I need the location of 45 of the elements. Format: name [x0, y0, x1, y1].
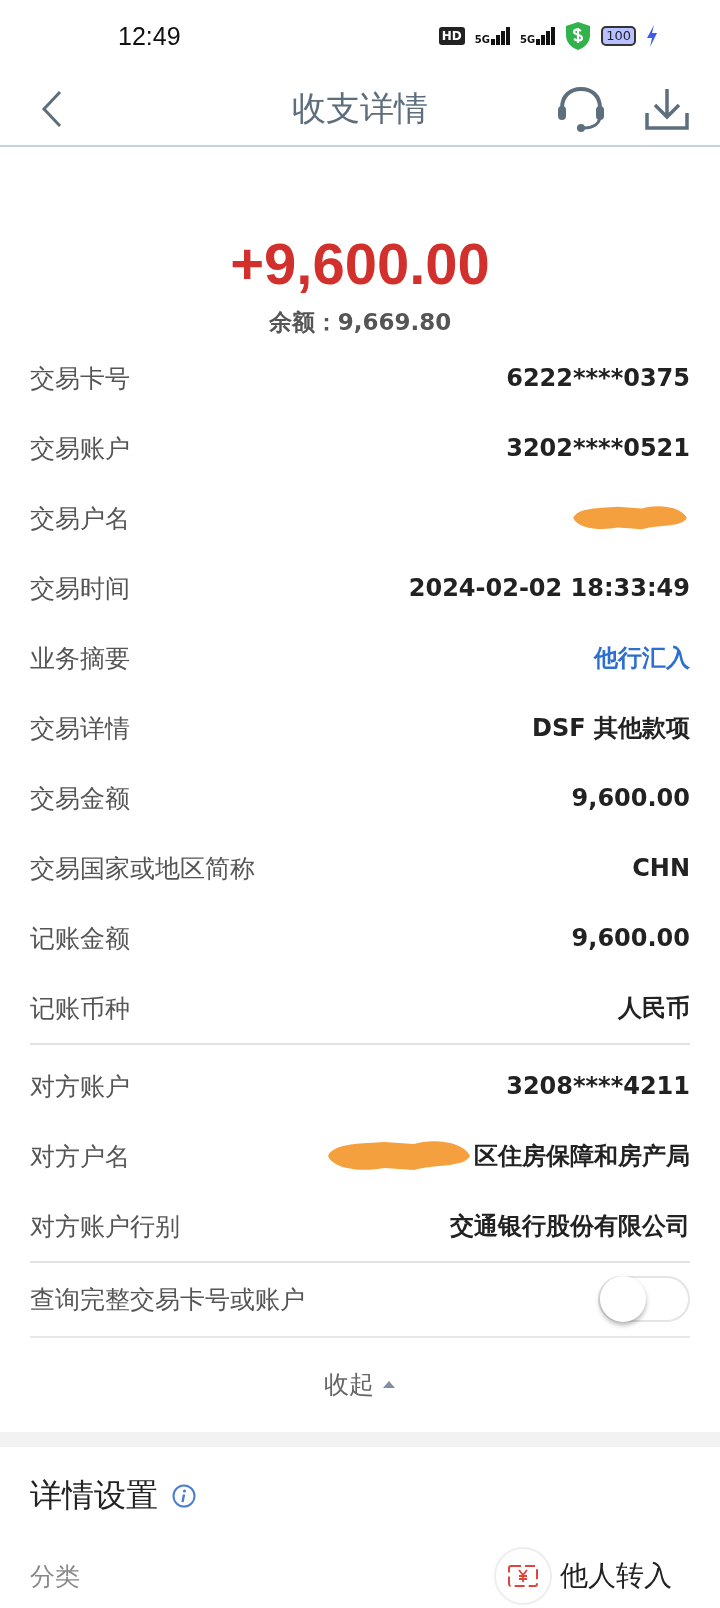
field-label: 记账金额	[30, 922, 130, 955]
info-icon[interactable]	[172, 1483, 196, 1508]
balance-text: 余额：9,669.80	[268, 308, 452, 338]
category-button[interactable]: 他人转入	[494, 1547, 672, 1606]
field-label: 对方户名	[30, 1140, 130, 1173]
field-label: 交易国家或地区简称	[30, 852, 255, 885]
field-label: 交易账户	[30, 432, 130, 465]
field-label: 对方账户	[30, 1070, 130, 1103]
field-label: 交易金额	[30, 782, 130, 815]
field-value: 3208****4211	[506, 1072, 690, 1101]
field-value: 9,600.00	[571, 784, 690, 813]
field-label: 对方账户行别	[30, 1210, 180, 1243]
field-value: CHN	[632, 854, 690, 883]
field-value: 人民币	[618, 993, 690, 1025]
field-value: 区住房保障和房产局	[474, 1141, 690, 1173]
field-value: 9,600.00	[571, 924, 690, 953]
field-label: 交易户名	[30, 502, 130, 535]
page-title: 收支详情	[292, 86, 428, 130]
field-label: 交易时间	[30, 572, 130, 605]
collapse-button[interactable]: 收起	[324, 1368, 396, 1402]
field-value: 6222****0375	[506, 364, 690, 393]
shield-icon	[565, 21, 592, 52]
field-value: 交通银行股份有限公司	[450, 1211, 690, 1243]
battery-icon: 100	[601, 26, 636, 47]
status-time: 12:49	[118, 21, 181, 51]
field-label: 交易卡号	[30, 362, 130, 395]
field-value: DSF 其他款项	[532, 713, 690, 745]
toggle-switch[interactable]	[598, 1276, 690, 1323]
category-label: 分类	[30, 1560, 80, 1593]
field-label: 交易详情	[30, 712, 130, 745]
charging-icon	[646, 25, 658, 48]
summary-link[interactable]: 他行汇入	[594, 642, 690, 675]
field-value: 2024-02-02 18:33:49	[408, 574, 690, 603]
field-label: 业务摘要	[30, 642, 130, 675]
back-button[interactable]	[40, 88, 64, 129]
hd-badge: HD	[438, 27, 465, 46]
transaction-amount: +9,600.00	[230, 230, 490, 299]
download-button[interactable]	[644, 86, 690, 131]
caret-up-icon	[382, 1380, 396, 1390]
headset-button[interactable]	[556, 85, 606, 132]
money-card-icon	[507, 1564, 539, 1589]
toggle-label: 查询完整交易卡号或账户	[30, 1283, 305, 1316]
field-label: 记账币种	[30, 992, 130, 1025]
section-title: 详情设置	[30, 1474, 158, 1516]
field-value: 3202****0521	[506, 434, 690, 463]
